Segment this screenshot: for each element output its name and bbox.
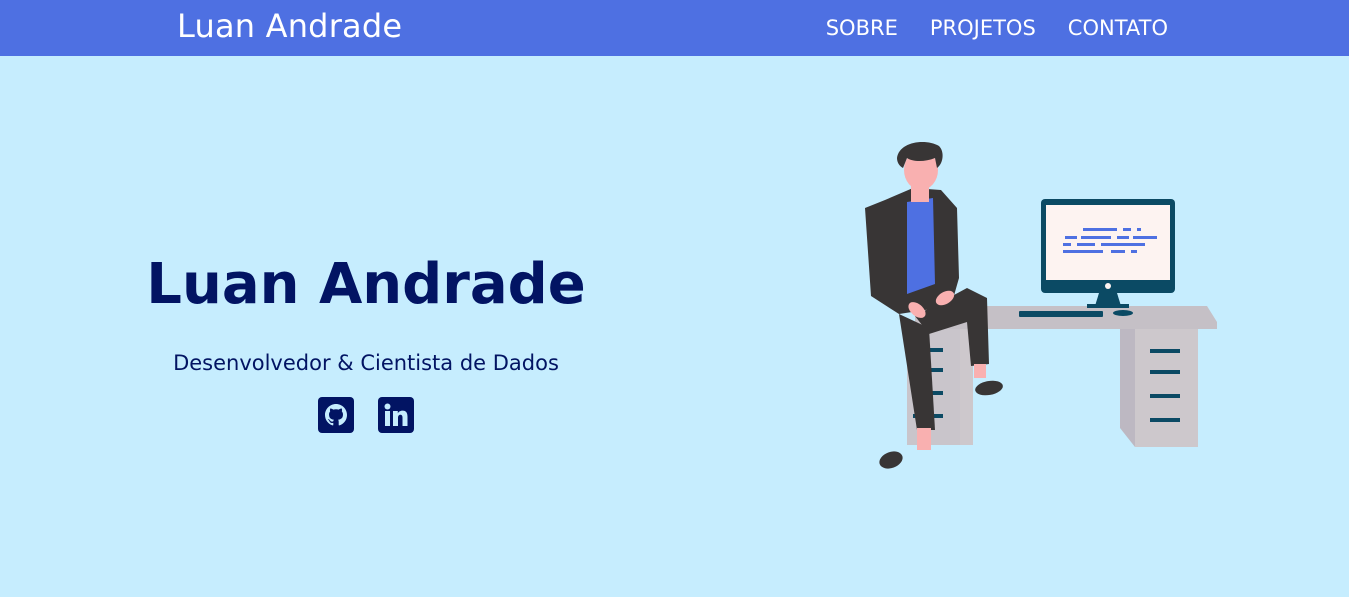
linkedin-icon bbox=[378, 397, 414, 433]
linkedin-link[interactable] bbox=[378, 397, 414, 433]
desk-right-cabinet bbox=[1120, 326, 1198, 447]
developer-illustration bbox=[865, 142, 1217, 469]
github-icon bbox=[318, 397, 354, 433]
brand-logo[interactable]: Luan Andrade bbox=[177, 6, 402, 46]
mouse bbox=[1113, 310, 1133, 316]
navbar: Luan Andrade SOBRE PROJETOS CONTATO bbox=[0, 0, 1349, 56]
github-link[interactable] bbox=[318, 397, 354, 433]
nav-links: SOBRE PROJETOS CONTATO bbox=[826, 15, 1168, 41]
social-links bbox=[318, 397, 414, 433]
keyboard bbox=[1019, 311, 1103, 317]
hero-title: Luan Andrade bbox=[146, 252, 586, 317]
nav-item-contato[interactable]: CONTATO bbox=[1068, 15, 1168, 41]
monitor bbox=[1041, 199, 1175, 308]
hero-subtitle: Desenvolvedor & Cientista de Dados bbox=[173, 351, 559, 375]
person bbox=[865, 142, 1003, 469]
nav-item-projetos[interactable]: PROJETOS bbox=[930, 15, 1036, 41]
nav-item-sobre[interactable]: SOBRE bbox=[826, 15, 898, 41]
